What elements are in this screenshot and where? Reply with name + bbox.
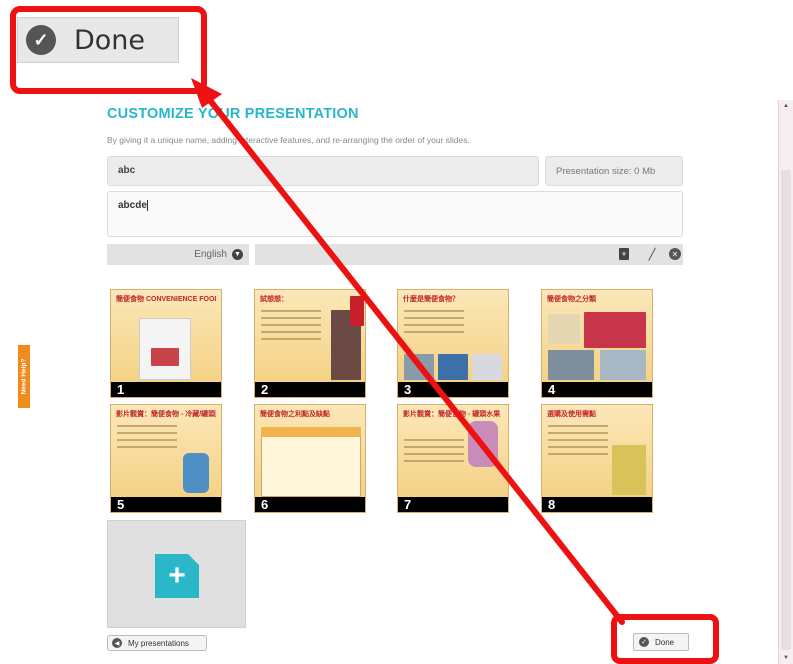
slide-number: 7 [398, 497, 508, 512]
slide-text-lines [404, 439, 464, 467]
check-icon: ✓ [639, 637, 649, 647]
slide-image [472, 354, 502, 380]
add-file-icon[interactable]: + [617, 247, 631, 261]
slide-number: 2 [255, 382, 365, 397]
slide-title: 簡便食物之利點及缺點 [260, 411, 330, 418]
slide-table-header [261, 427, 361, 437]
slide-image [584, 312, 646, 348]
slide-title: 試想想： [260, 296, 288, 303]
add-file-icon: + [155, 554, 199, 598]
slide-thumbnail[interactable]: 選購及使用需點 8 [541, 404, 653, 513]
slide-thumbnail[interactable]: 簡便食物之利點及缺點 6 [254, 404, 366, 513]
slide-title: 影片觀賞：簡便食物 - 冷藏/罐頭蔬菜 [116, 411, 216, 418]
scrollbar[interactable]: ▲ ▼ [778, 100, 793, 664]
slide-number: 1 [111, 382, 221, 397]
edit-icon[interactable]: ╱ [645, 247, 659, 261]
slide-image [404, 354, 434, 380]
slide-number: 5 [111, 497, 221, 512]
slide-table [261, 427, 361, 497]
slide-text-lines [548, 425, 608, 460]
slide-image [612, 445, 646, 495]
slide-image [151, 348, 179, 366]
need-help-tab[interactable]: Need Help? [18, 345, 30, 408]
add-slide-button[interactable]: + [107, 520, 246, 628]
slide-title: 選購及使用需點 [547, 411, 596, 418]
slide-number: 3 [398, 382, 508, 397]
slide-thumbnail[interactable]: 什麼是簡便食物？ 3 [397, 289, 509, 398]
slide-title: 簡便食物 CONVENIENCE FOOD [116, 296, 216, 303]
language-select[interactable]: English ▼ [107, 244, 249, 265]
presentation-description-input[interactable]: abcde [107, 191, 683, 237]
slide-image [183, 453, 209, 493]
slide-thumbnail[interactable]: 影片觀賞：簡便食物 - 罐頭水果 7 [397, 404, 509, 513]
slide-text-lines [261, 310, 321, 345]
slide-image [548, 314, 580, 344]
slide-title: 簡便食物之分類 [547, 296, 596, 303]
slide-image [600, 350, 646, 380]
scroll-down-icon[interactable]: ▼ [781, 654, 791, 662]
presentation-name-input[interactable]: abc [107, 156, 539, 186]
page-subtitle: By giving it a unique name, adding inter… [107, 135, 470, 145]
presentation-size: Presentation size: 0 Mb [545, 156, 683, 186]
slide-image [468, 421, 498, 467]
presentation-customize-screen: ✓ Done CUSTOMIZE YOUR PRESENTATION By gi… [0, 0, 793, 664]
done-button-zoomed[interactable]: ✓ Done [17, 17, 179, 63]
slide-number: 4 [542, 382, 652, 397]
my-presentations-label: My presentations [128, 638, 189, 648]
slide-thumbnail[interactable]: 簡便食物 CONVENIENCE FOOD 1 [110, 289, 222, 398]
page-title: CUSTOMIZE YOUR PRESENTATION [107, 106, 359, 122]
slide-text-lines [404, 310, 464, 338]
scroll-thumb[interactable] [781, 170, 791, 650]
my-presentations-button[interactable]: ◀ My presentations [107, 635, 207, 651]
slide-number: 8 [542, 497, 652, 512]
scroll-up-icon[interactable]: ▲ [781, 102, 791, 110]
slide-title: 影片觀賞：簡便食物 - 罐頭水果 [403, 411, 501, 418]
delete-icon[interactable]: ✕ [668, 247, 682, 261]
slide-thumbnail[interactable]: 簡便食物之分類 4 [541, 289, 653, 398]
check-icon: ✓ [26, 25, 56, 55]
chevron-down-icon: ▼ [232, 249, 243, 260]
slide-toolbar: + ╱ ✕ [255, 244, 683, 265]
slide-thumbnail[interactable]: 試想想： 2 [254, 289, 366, 398]
slide-thumbnail[interactable]: 影片觀賞：簡便食物 - 冷藏/罐頭蔬菜 5 [110, 404, 222, 513]
done-label: Done [655, 637, 675, 647]
slide-number: 6 [255, 497, 365, 512]
done-button[interactable]: ✓ Done [633, 633, 689, 651]
chevron-left-icon: ◀ [112, 638, 122, 648]
slide-title: 什麼是簡便食物？ [403, 296, 459, 303]
slide-text-lines [117, 425, 177, 453]
slide-image [438, 354, 468, 380]
slide-image [548, 350, 594, 380]
language-value: English [194, 249, 227, 260]
slide-image [350, 296, 364, 326]
need-help-label: Need Help? [20, 358, 28, 395]
done-label-zoomed: Done [74, 24, 146, 56]
